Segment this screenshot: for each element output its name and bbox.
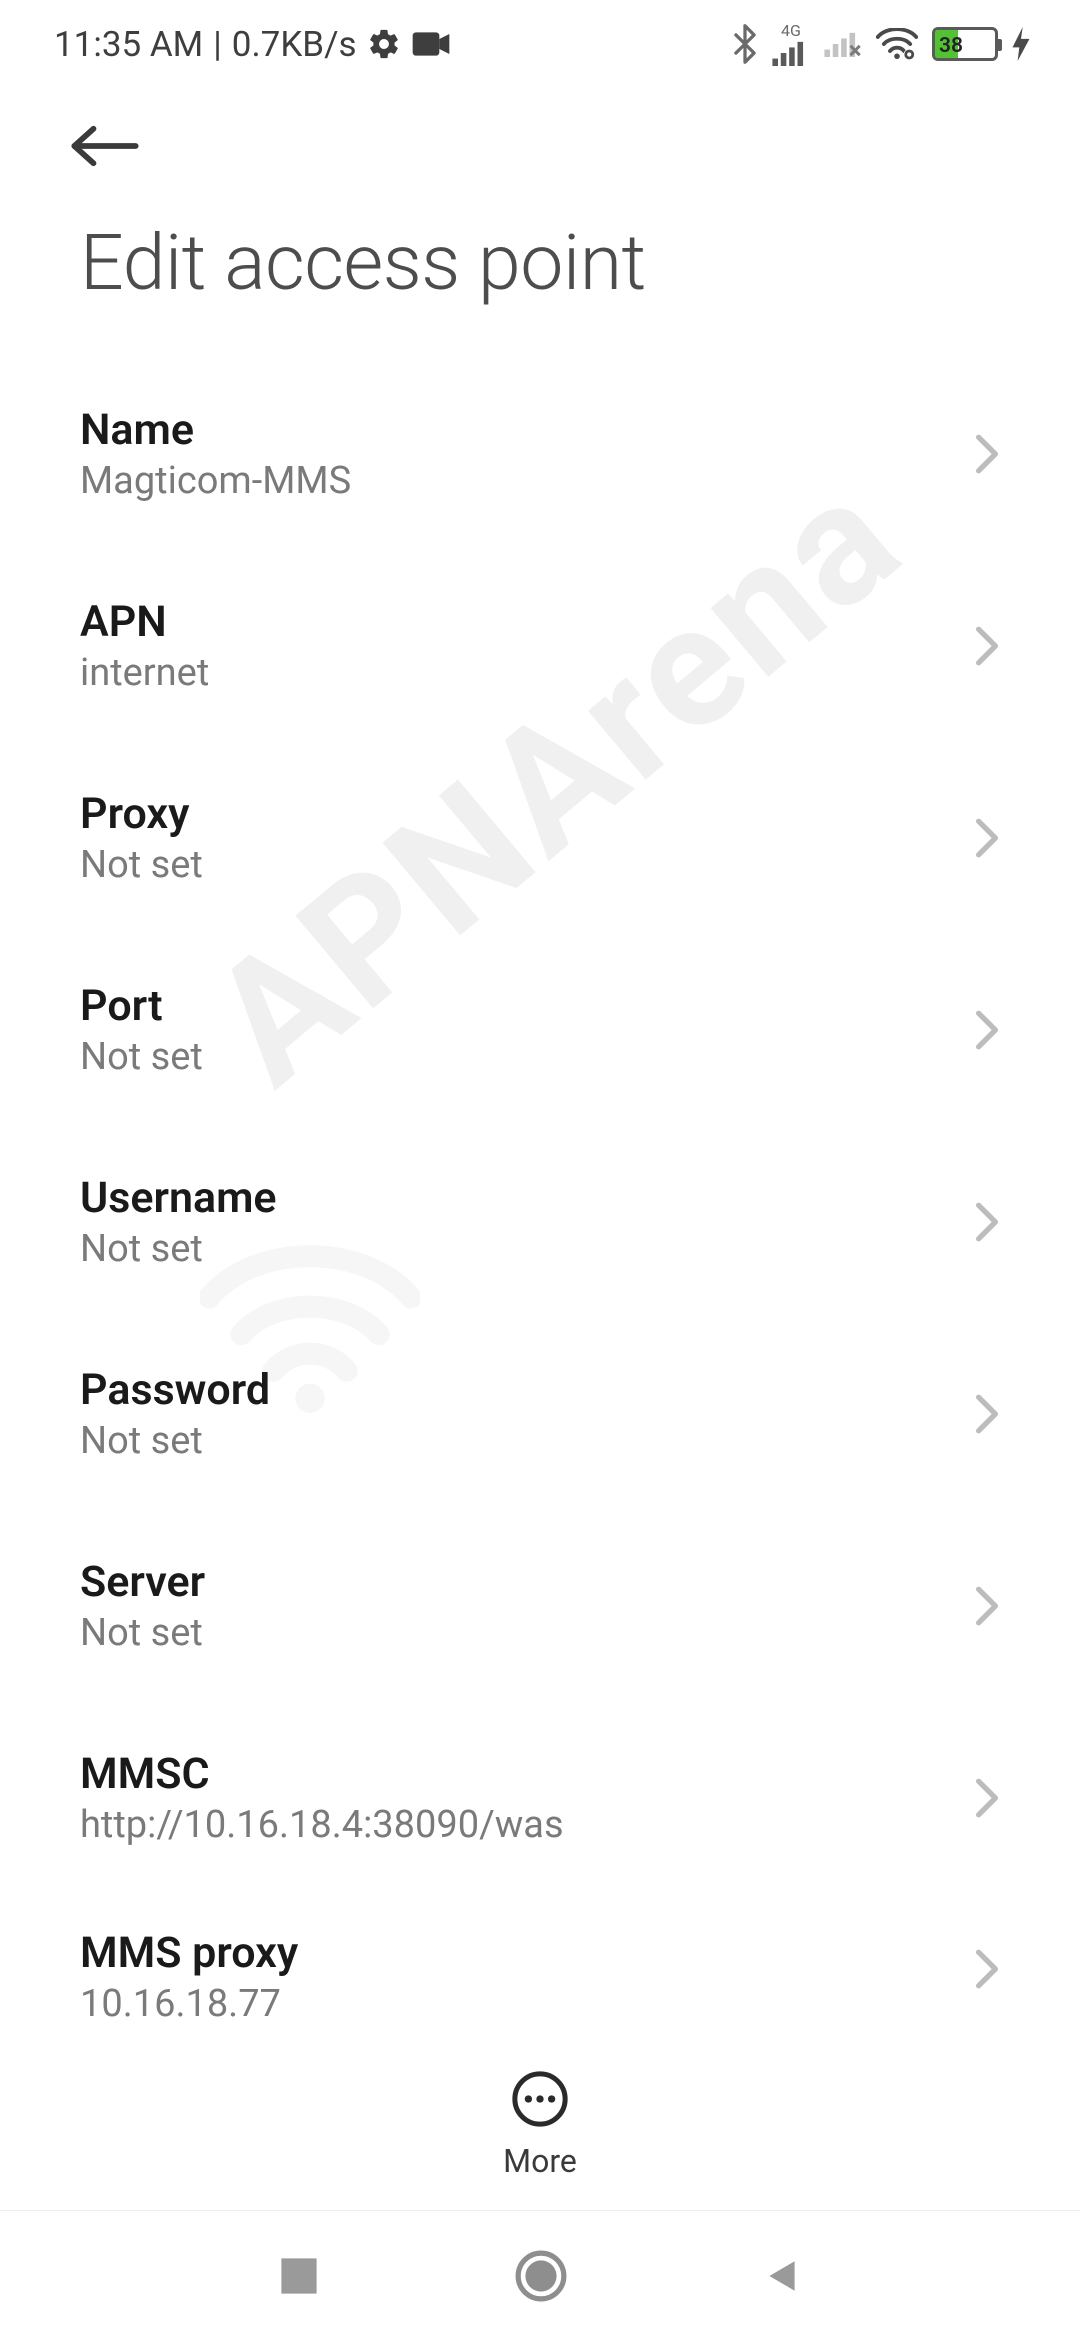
item-value: 10.16.18.77 (80, 1982, 298, 2026)
status-time: 11:35 AM (54, 24, 203, 65)
more-button[interactable]: More (0, 2040, 1080, 2210)
nav-home-button[interactable] (514, 2249, 568, 2303)
signal-4g-icon: 4G (772, 23, 810, 66)
settings-list: Name Magticom-MMS APN internet Proxy Not… (0, 358, 1080, 2044)
chevron-right-icon (974, 1201, 1000, 1243)
signal-secondary-icon (824, 31, 862, 57)
chevron-right-icon (974, 433, 1000, 475)
page-title: Edit access point (0, 198, 1080, 358)
chevron-right-icon (974, 1009, 1000, 1051)
item-label: Password (80, 1365, 270, 1415)
item-proxy[interactable]: Proxy Not set (80, 742, 1000, 934)
item-password[interactable]: Password Not set (80, 1318, 1000, 1510)
item-username[interactable]: Username Not set (80, 1126, 1000, 1318)
item-label: MMS proxy (80, 1928, 298, 1978)
charging-icon (1012, 27, 1030, 61)
item-label: Proxy (80, 789, 203, 839)
chevron-right-icon (974, 625, 1000, 667)
nav-back-button[interactable] (761, 2255, 803, 2297)
status-left: 11:35 AM | 0.7KB/s (54, 24, 451, 65)
item-value: Magticom-MMS (80, 459, 351, 503)
item-label: Port (80, 981, 203, 1031)
more-label: More (503, 2142, 577, 2180)
item-port[interactable]: Port Not set (80, 934, 1000, 1126)
arrow-left-icon (70, 123, 140, 169)
item-mmsc[interactable]: MMSC http://10.16.18.4:38090/was (80, 1702, 1000, 1894)
item-label: APN (80, 597, 209, 647)
nav-recent-button[interactable] (277, 2254, 321, 2298)
item-server[interactable]: Server Not set (80, 1510, 1000, 1702)
item-value: Not set (80, 1419, 270, 1463)
battery-icon: 38 (932, 27, 998, 61)
nav-bar (0, 2210, 1080, 2340)
item-value: Not set (80, 1611, 205, 1655)
chevron-right-icon (974, 1393, 1000, 1435)
item-apn[interactable]: APN internet (80, 550, 1000, 742)
status-speed: 0.7KB/s (232, 24, 357, 65)
status-separator: | (213, 24, 222, 65)
item-label: Name (80, 405, 351, 455)
chevron-right-icon (974, 1777, 1000, 1819)
status-bar: 11:35 AM | 0.7KB/s 4G 38 (0, 0, 1080, 88)
item-value: Not set (80, 843, 203, 887)
item-label: MMSC (80, 1749, 564, 1799)
chevron-right-icon (974, 1948, 1000, 1990)
item-value: Not set (80, 1227, 277, 1271)
item-name[interactable]: Name Magticom-MMS (80, 358, 1000, 550)
more-icon (511, 2070, 569, 2132)
item-value: http://10.16.18.4:38090/was (80, 1803, 564, 1847)
chevron-right-icon (974, 817, 1000, 859)
item-label: Username (80, 1173, 277, 1223)
gear-icon (367, 27, 401, 61)
camera-icon (411, 30, 451, 58)
bluetooth-icon (732, 24, 758, 64)
item-value: Not set (80, 1035, 203, 1079)
item-mms-proxy[interactable]: MMS proxy 10.16.18.77 (80, 1894, 1000, 2044)
chevron-right-icon (974, 1585, 1000, 1627)
item-value: internet (80, 651, 209, 695)
back-button[interactable] (70, 123, 140, 173)
status-right: 4G 38 (732, 23, 1030, 66)
wifi-icon (876, 28, 918, 60)
item-label: Server (80, 1557, 205, 1607)
